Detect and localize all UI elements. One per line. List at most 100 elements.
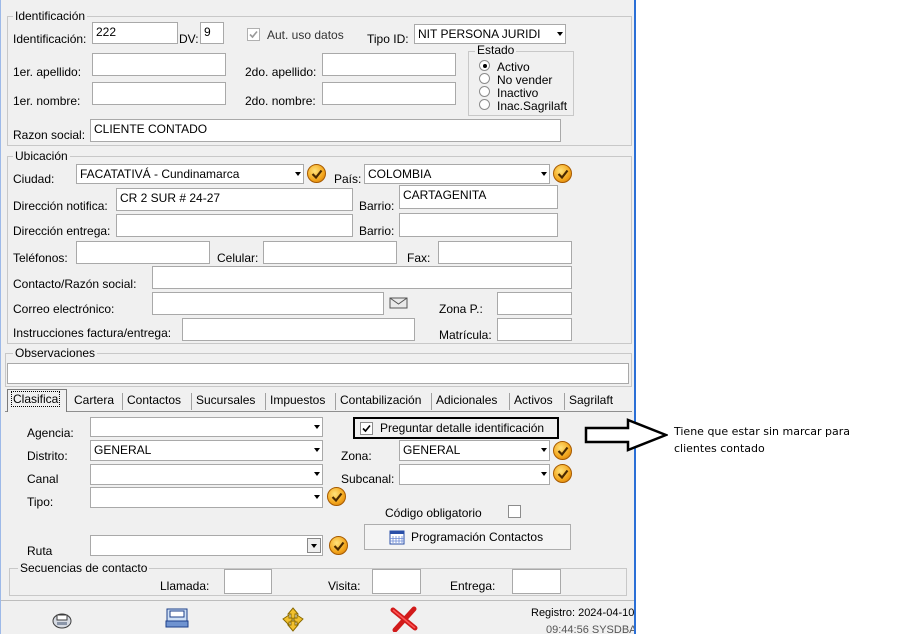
estado-group-title: Estado xyxy=(475,43,517,57)
apellido1-label: 1er. apellido: xyxy=(13,65,82,79)
dv-input[interactable]: 9 xyxy=(200,22,224,44)
zona-select[interactable]: GENERAL xyxy=(399,440,550,461)
tab-clasifica[interactable]: Clasifica xyxy=(7,389,67,412)
programacion-contactos-label: Programación Contactos xyxy=(411,530,544,544)
estado-radio-no-vender[interactable] xyxy=(479,73,490,84)
estado-radio-inactivo[interactable] xyxy=(479,86,490,97)
close-x-icon[interactable] xyxy=(389,606,419,633)
zona-value: GENERAL xyxy=(403,443,461,457)
razon-social-input[interactable]: CLIENTE CONTADO xyxy=(90,119,561,142)
ciudad-select[interactable]: FACATATIVÁ - Cundinamarca xyxy=(76,164,304,184)
nombre1-input[interactable] xyxy=(92,82,226,105)
celular-label: Celular: xyxy=(217,251,259,265)
codigo-obligatorio-label: Código obligatorio xyxy=(385,506,482,520)
dv-label: DV: xyxy=(179,32,199,46)
visita-label: Visita: xyxy=(328,579,361,593)
tab-separator xyxy=(191,393,192,410)
telefonos-input[interactable] xyxy=(76,241,210,264)
agencia-select[interactable] xyxy=(90,417,323,437)
tab-separator xyxy=(122,393,123,410)
llamada-input[interactable] xyxy=(224,569,272,594)
identificacion-label: Identificación: xyxy=(13,32,87,46)
ciudad-lookup-icon[interactable] xyxy=(307,164,326,183)
fax-input[interactable] xyxy=(438,241,572,264)
tipo-label: Tipo: xyxy=(27,495,54,509)
aut-uso-datos-label: Aut. uso datos xyxy=(267,28,344,42)
tipo-id-label: Tipo ID: xyxy=(367,32,409,46)
zona-p-input[interactable] xyxy=(497,292,572,315)
estado-option-inac-sagrilaft: Inac.Sagrilaft xyxy=(497,99,568,113)
pais-label: País: xyxy=(334,172,362,186)
llamada-label: Llamada: xyxy=(160,579,210,593)
tipo-id-select[interactable]: NIT PERSONA JURIDI xyxy=(414,24,566,44)
visita-input[interactable] xyxy=(372,569,421,594)
pais-select[interactable]: COLOMBIA xyxy=(364,164,550,184)
aut-uso-datos-checkbox[interactable] xyxy=(247,28,260,41)
checkmark-icon xyxy=(249,30,258,39)
matricula-input[interactable] xyxy=(497,318,572,341)
save-disk-icon[interactable] xyxy=(164,606,190,630)
subcanal-select[interactable] xyxy=(399,464,550,485)
diamond-arrows-icon[interactable] xyxy=(279,606,307,632)
pais-value: COLOMBIA xyxy=(368,167,432,181)
apellido2-input[interactable] xyxy=(322,53,456,76)
estado-option-no-vender: No vender xyxy=(497,73,553,87)
distrito-select[interactable]: GENERAL xyxy=(90,440,323,461)
tab-contabilizacion[interactable]: Contabilización xyxy=(337,391,424,411)
ciudad-label: Ciudad: xyxy=(13,172,55,186)
nombre2-input[interactable] xyxy=(322,82,456,105)
zona-p-label: Zona P.: xyxy=(439,302,483,316)
tipo-lookup-icon[interactable] xyxy=(327,487,346,506)
canal-select[interactable] xyxy=(90,464,323,485)
codigo-obligatorio-checkbox[interactable] xyxy=(508,505,521,518)
tab-sagrilaft[interactable]: Sagrilaft xyxy=(566,391,616,411)
canal-label: Canal xyxy=(27,472,59,486)
barrio-entrega-input[interactable] xyxy=(399,213,558,237)
observaciones-input[interactable] xyxy=(7,363,629,384)
identificacion-input[interactable]: 222 xyxy=(92,22,178,44)
zona-lookup-icon[interactable] xyxy=(553,441,572,460)
printer-icon[interactable] xyxy=(51,608,73,630)
barrio-entrega-label: Barrio: xyxy=(359,224,395,238)
registro-sub-label: 09:44:56 SYSDBA xyxy=(546,624,636,634)
tab-adicionales[interactable]: Adicionales xyxy=(433,391,500,411)
chevron-down-icon xyxy=(314,425,320,429)
subcanal-lookup-icon[interactable] xyxy=(553,464,572,483)
preguntar-detalle-checkbox[interactable] xyxy=(360,422,373,435)
celular-input[interactable] xyxy=(263,241,397,264)
estado-radio-activo[interactable] xyxy=(479,60,490,71)
tab-separator xyxy=(431,393,432,410)
chevron-down-icon xyxy=(314,495,320,499)
estado-radio-inac-sagrilaft[interactable] xyxy=(479,99,490,110)
ruta-lookup-icon[interactable] xyxy=(329,536,348,555)
direccion-notifica-input[interactable]: CR 2 SUR # 24-27 xyxy=(116,188,353,211)
barrio-input[interactable]: CARTAGENITA xyxy=(399,185,558,209)
apellido1-input[interactable] xyxy=(92,53,226,76)
barrio-label: Barrio: xyxy=(359,199,395,213)
tab-clasifica-label: Clasifica xyxy=(11,391,61,407)
contacto-input[interactable] xyxy=(152,266,572,289)
annotation-arrow-icon xyxy=(584,418,670,452)
telefonos-label: Teléfonos: xyxy=(13,251,68,265)
direccion-notifica-label: Dirección notifica: xyxy=(13,199,108,213)
instrucciones-input[interactable] xyxy=(182,318,415,341)
tab-cartera[interactable]: Cartera xyxy=(71,391,117,411)
registro-label: Registro: 2024-04-10 xyxy=(531,607,635,619)
entrega-input[interactable] xyxy=(512,569,561,594)
tab-strip-line xyxy=(5,411,632,412)
tab-sucursales[interactable]: Sucursales xyxy=(193,391,258,411)
nombre1-label: 1er. nombre: xyxy=(13,94,81,108)
tab-impuestos[interactable]: Impuestos xyxy=(267,391,328,411)
secuencias-group-title: Secuencias de contacto xyxy=(18,561,150,575)
ruta-select[interactable] xyxy=(90,535,323,556)
email-send-icon[interactable] xyxy=(389,296,409,310)
correo-input[interactable] xyxy=(152,292,384,315)
nombre2-label: 2do. nombre: xyxy=(245,94,316,108)
pais-lookup-icon[interactable] xyxy=(553,164,572,183)
ruta-dropdown-button[interactable] xyxy=(307,538,321,553)
tipo-select[interactable] xyxy=(90,487,323,508)
programacion-contactos-button[interactable]: Programación Contactos xyxy=(364,524,571,550)
tab-contactos[interactable]: Contactos xyxy=(124,391,184,411)
direccion-entrega-input[interactable] xyxy=(116,214,353,237)
tab-activos[interactable]: Activos xyxy=(511,391,556,411)
